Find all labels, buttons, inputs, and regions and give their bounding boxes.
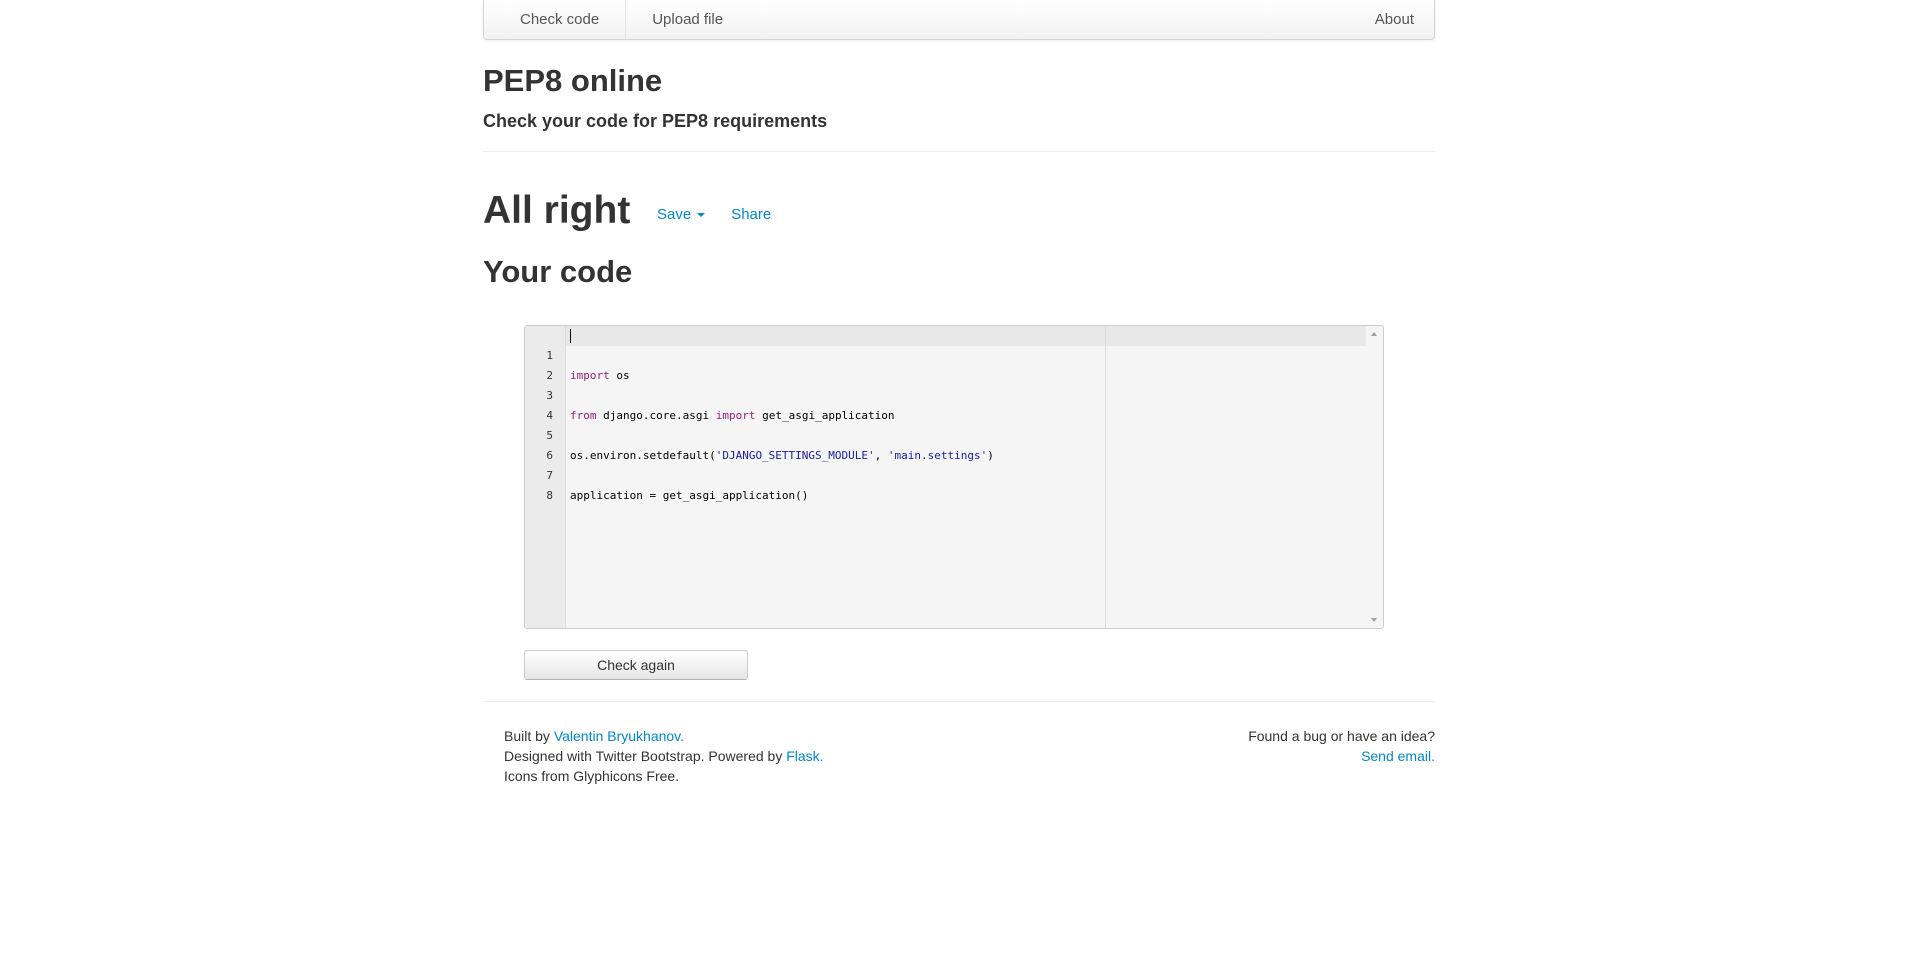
line-number: 8 (546, 489, 553, 502)
page-title: PEP8 online (483, 63, 663, 98)
send-email-link[interactable]: Send email. (1248, 746, 1435, 766)
nav-left: Check code Upload file (484, 0, 723, 39)
code-section-title: Your code (483, 254, 633, 289)
share-link[interactable]: Share (731, 206, 771, 223)
code-line: 6 (525, 426, 565, 462)
result-actions: Save Share (657, 206, 771, 223)
page-subtitle: Check your code for PEP8 requirements (483, 111, 828, 131)
code-line: 4 (525, 386, 565, 422)
code-editor[interactable]: 1 import os 2 3 from django.core.asgi im… (524, 325, 1384, 629)
code-token: get_asgi_application (755, 409, 895, 422)
nav-upload-file[interactable]: Upload file (626, 0, 723, 39)
code-line: 5 os.environ.setdefault('DJANGO_SETTINGS… (525, 406, 994, 462)
check-again-button[interactable]: Check again (524, 650, 748, 680)
author-link[interactable]: Valentin Bryukhanov (554, 728, 680, 744)
active-line-highlight (525, 326, 1366, 346)
editor-scrollbar[interactable] (1366, 326, 1383, 628)
footer-text: . (680, 728, 685, 744)
code-token: ) (987, 449, 994, 462)
footer-left: Built by Valentin Bryukhanov. Designed w… (504, 726, 824, 786)
text-cursor (570, 329, 571, 343)
string-token: 'main.settings' (887, 449, 988, 462)
page-header: PEP8 online Check your code for PEP8 req… (483, 40, 1435, 152)
save-dropdown[interactable]: Save (657, 206, 706, 223)
code-token: os.environ.setdefault( (570, 449, 716, 462)
line-content: import os (570, 366, 630, 386)
flask-link[interactable]: Flask (786, 748, 819, 764)
footer-text: Built by (504, 728, 554, 744)
footer: Built by Valentin Bryukhanov. Designed w… (483, 701, 1435, 784)
line-content: from django.core.asgi import get_asgi_ap… (570, 406, 895, 426)
code-line: 3 from django.core.asgi import get_asgi_… (525, 366, 894, 422)
caret-down-icon (697, 213, 706, 218)
keyword-token: import (570, 369, 610, 382)
nav-check-code[interactable]: Check code (484, 0, 627, 39)
code-line: 8 (525, 466, 565, 502)
code-token: django.core.asgi (596, 409, 716, 422)
footer-designed: Designed with Twitter Bootstrap. Powered… (504, 746, 824, 766)
footer-icons: Icons from Glyphicons Free. (504, 768, 680, 784)
save-label: Save (657, 206, 692, 223)
scroll-down-icon[interactable] (1371, 618, 1377, 622)
nav-about[interactable]: About (1375, 0, 1414, 39)
string-token: 'DJANGO_SETTINGS_MODULE' (715, 449, 875, 462)
footer-text: Designed with Twitter Bootstrap. Powered… (504, 748, 787, 764)
footer-built-by: Built by Valentin Bryukhanov. (504, 726, 824, 746)
code-line: 2 (525, 346, 565, 382)
print-margin (1105, 326, 1106, 628)
line-content: os.environ.setdefault('DJANGO_SETTINGS_M… (570, 446, 994, 466)
footer-text: . (819, 748, 824, 764)
result-title: All right (483, 189, 631, 232)
keyword-token: from (570, 409, 597, 422)
line-content: application = get_asgi_application() (570, 489, 809, 502)
navbar: Check code Upload file About (483, 0, 1435, 40)
code-token: os (609, 369, 630, 382)
keyword-token: import (715, 409, 756, 422)
code-token: , (874, 449, 888, 462)
scroll-up-icon[interactable] (1371, 332, 1377, 336)
code-line: 7 application = get_asgi_application() (525, 446, 808, 502)
code-line: 1 import os (525, 326, 629, 382)
page-container: Check code Upload file About PEP8 online… (483, 0, 1435, 784)
footer-right: Found a bug or have an idea? Send email. (1248, 726, 1435, 766)
footer-bug-text: Found a bug or have an idea? (1248, 728, 1435, 744)
